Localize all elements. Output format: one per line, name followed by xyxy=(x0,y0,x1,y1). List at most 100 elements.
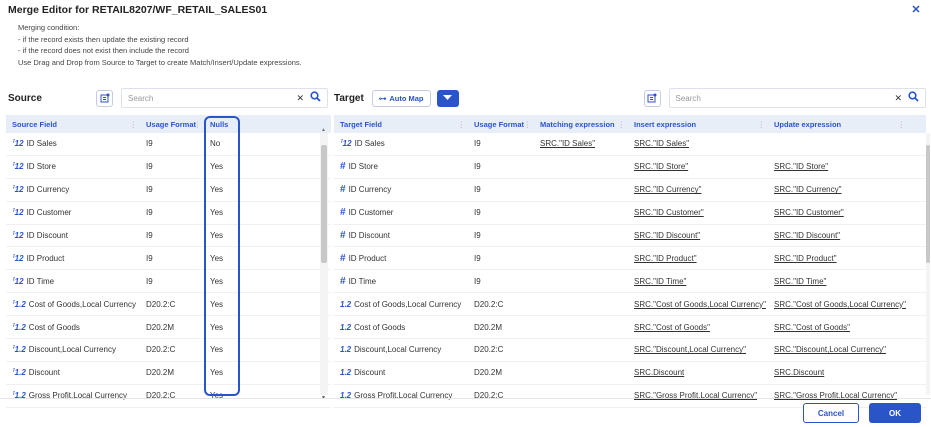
table-row[interactable]: ꜝ1.2 Discount,Local Currency D20.2:C Yes xyxy=(6,339,331,362)
table-row[interactable]: ꜝ12 ID Store I9 Yes xyxy=(6,156,331,179)
insert-expression-cell[interactable]: SRC."ID Customer" xyxy=(628,208,768,217)
source-header: Source ✕ xyxy=(8,84,328,112)
usage-format-cell: I9 xyxy=(474,253,481,263)
nulls-cell: Yes xyxy=(210,253,224,263)
usage-format-cell: D20.2M xyxy=(474,322,503,332)
update-expression-cell[interactable]: SRC.Discount xyxy=(768,368,908,377)
table-row[interactable]: 1.2 Cost of Goods D20.2M SRC."Cost of Goods… xyxy=(334,316,926,340)
nulls-cell: Yes xyxy=(210,322,224,332)
search-icon[interactable] xyxy=(908,91,919,105)
update-expression-cell[interactable]: SRC."ID Store" xyxy=(768,162,908,171)
target-dropdown-button[interactable] xyxy=(436,89,459,107)
source-field-cell: ꜝ12 ID Discount xyxy=(6,231,140,240)
table-row[interactable]: ꜝ12 ID Product I9 Yes xyxy=(6,247,331,271)
insert-expression-cell[interactable]: SRC."ID Product" xyxy=(628,254,768,263)
table-row[interactable]: 1.2 Discount,Local Currency D20.2:C SRC."Di… xyxy=(334,339,926,362)
source-grid: Source Field ⋮ Usage Format ⋮ Nulls ꜝ12 ID … xyxy=(6,115,331,408)
table-row[interactable]: ꜝ12 ID Time I9 Yes xyxy=(6,270,331,294)
table-row[interactable]: # ID Product I9 SRC."ID Product" SRC."ID Pro… xyxy=(334,247,926,271)
usage-format-cell: D20.2:C xyxy=(474,345,504,355)
update-expression-cell[interactable]: SRC."Cost of Goods,Local Currency" xyxy=(768,300,908,309)
table-row[interactable]: # ID Discount I9 SRC."ID Discount" SRC."ID D… xyxy=(334,225,926,248)
table-row[interactable]: # ID Customer I9 SRC."ID Customer" SRC."ID C… xyxy=(334,202,926,225)
source-scrollbar[interactable]: ▲ ▼ xyxy=(320,127,328,401)
insert-expression-cell[interactable]: SRC."ID Time" xyxy=(628,277,768,286)
update-expression-cell[interactable]: SRC."ID Discount" xyxy=(768,231,908,240)
target-rows: ꜝ12 ID Sales I9 SRC."ID Sales" SRC."ID Sales… xyxy=(334,133,926,408)
update-expression-cell[interactable]: SRC."Cost of Goods" xyxy=(768,323,908,332)
column-header-target-field[interactable]: Target Field ⋮ xyxy=(334,115,468,133)
table-row[interactable]: ꜝ1.2 Cost of Goods D20.2M Yes xyxy=(6,316,331,340)
integer-type-icon: ꜝ12 xyxy=(12,231,24,240)
insert-expression-cell[interactable]: SRC."Discount,Local Currency" xyxy=(628,345,768,354)
source-options-button[interactable] xyxy=(96,89,113,107)
target-scroll-thumb[interactable] xyxy=(926,145,930,263)
field-name: ID Sales xyxy=(26,139,57,149)
target-options-button[interactable] xyxy=(643,89,661,107)
search-icon[interactable] xyxy=(310,91,321,105)
auto-map-button[interactable]: ⊶ Auto Map xyxy=(371,89,431,107)
column-header-source-field[interactable]: Source Field ⋮ xyxy=(6,115,140,133)
usage-format-cell: I9 xyxy=(474,231,481,240)
table-row[interactable]: 1.2 Discount D20.2M SRC.Discount SRC.Discoun… xyxy=(334,362,926,385)
target-search-input[interactable] xyxy=(675,93,889,103)
update-expression-cell[interactable]: SRC."ID Customer" xyxy=(768,208,908,217)
table-row[interactable]: 1.2 Cost of Goods,Local Currency D20.2:C SR… xyxy=(334,293,926,317)
column-header-usage-format[interactable]: Usage Format ⋮ xyxy=(468,115,534,133)
update-expression-cell[interactable]: SRC."Discount,Local Currency" xyxy=(768,345,908,354)
clear-search-icon[interactable]: ✕ xyxy=(296,93,304,104)
insert-expression-cell[interactable]: SRC."ID Discount" xyxy=(628,231,768,240)
column-settings-icon xyxy=(647,93,657,103)
table-row[interactable]: ꜝ12 ID Customer I9 Yes xyxy=(6,202,331,225)
table-row[interactable]: ꜝ1.2 Cost of Goods,Local Currency D20.2:C Y… xyxy=(6,293,331,317)
title-bar: Merge Editor for RETAIL8207/WF_RETAIL_SA… xyxy=(0,0,931,20)
insert-expression-cell[interactable]: SRC."ID Store" xyxy=(628,162,768,171)
column-header-usage-format[interactable]: Usage Format ⋮ xyxy=(140,115,204,133)
field-name: Discount,Local Currency xyxy=(28,345,116,355)
target-scrollbar[interactable] xyxy=(926,133,930,395)
column-header-update-expression[interactable]: Update expression ⋮ xyxy=(768,115,908,133)
usage-format-cell: D20.2M xyxy=(146,368,175,378)
column-header-nulls[interactable]: Nulls xyxy=(204,115,244,133)
table-row[interactable]: # ID Store I9 SRC."ID Store" SRC."ID Store" xyxy=(334,156,926,179)
table-row[interactable]: # ID Currency I9 SRC."ID Currency" SRC."ID C… xyxy=(334,179,926,202)
update-expression-cell[interactable]: SRC."ID Time" xyxy=(768,277,908,286)
insert-expression-cell[interactable]: SRC."ID Sales" xyxy=(628,139,768,148)
field-name: ID Store xyxy=(26,162,56,172)
field-name: ID Sales xyxy=(354,139,385,149)
ok-button[interactable]: OK xyxy=(869,403,921,423)
table-row[interactable]: # ID Time I9 SRC."ID Time" SRC."ID Time" xyxy=(334,270,926,294)
field-name: ID Discount xyxy=(348,231,390,240)
table-row[interactable]: ꜝ12 ID Currency I9 Yes xyxy=(6,179,331,202)
table-row[interactable]: ꜝ12 ID Discount I9 Yes xyxy=(6,225,331,248)
insert-expression-cell[interactable]: SRC.Discount xyxy=(628,368,768,377)
insert-expression-cell[interactable]: SRC."ID Currency" xyxy=(628,185,768,194)
matching-expression-cell[interactable]: SRC."ID Sales" xyxy=(534,139,628,148)
field-name: ID Discount xyxy=(26,231,68,240)
hash-icon: # xyxy=(340,207,346,219)
update-expression-cell[interactable]: SRC."ID Currency" xyxy=(768,185,908,194)
table-row[interactable]: ꜝ1.2 Discount D20.2M Yes xyxy=(6,362,331,385)
close-icon[interactable]: ✕ xyxy=(909,3,923,17)
cancel-button[interactable]: Cancel xyxy=(803,403,859,423)
update-expression-cell[interactable]: SRC."ID Product" xyxy=(768,254,908,263)
source-search-input[interactable] xyxy=(128,93,291,103)
column-settings-icon xyxy=(100,93,109,103)
table-row[interactable]: ꜝ12 ID Sales I9 No xyxy=(6,133,331,156)
hash-icon: # xyxy=(340,275,346,287)
usage-format-cell: I9 xyxy=(474,139,481,149)
nulls-cell: Yes xyxy=(210,185,224,195)
source-scroll-thumb[interactable] xyxy=(321,145,327,263)
column-header-matching-expression[interactable]: Matching expression ⋮ xyxy=(534,115,628,133)
decimal-type-icon: 1.2 xyxy=(340,345,352,355)
table-row[interactable]: ꜝ12 ID Sales I9 SRC."ID Sales" SRC."ID Sales… xyxy=(334,133,926,156)
insert-expression-cell[interactable]: SRC."Cost of Goods,Local Currency" xyxy=(628,300,768,309)
field-name: ID Product xyxy=(348,253,387,263)
source-field-cell: ꜝ12 ID Currency xyxy=(6,185,140,194)
column-header-insert-expression[interactable]: Insert expression ⋮ xyxy=(628,115,768,133)
clear-search-icon[interactable]: ✕ xyxy=(894,93,902,104)
scroll-up-icon[interactable]: ▲ xyxy=(321,127,326,133)
integer-type-icon: ꜝ12 xyxy=(12,276,24,286)
field-name: ID Product xyxy=(26,253,65,263)
insert-expression-cell[interactable]: SRC."Cost of Goods" xyxy=(628,323,768,332)
